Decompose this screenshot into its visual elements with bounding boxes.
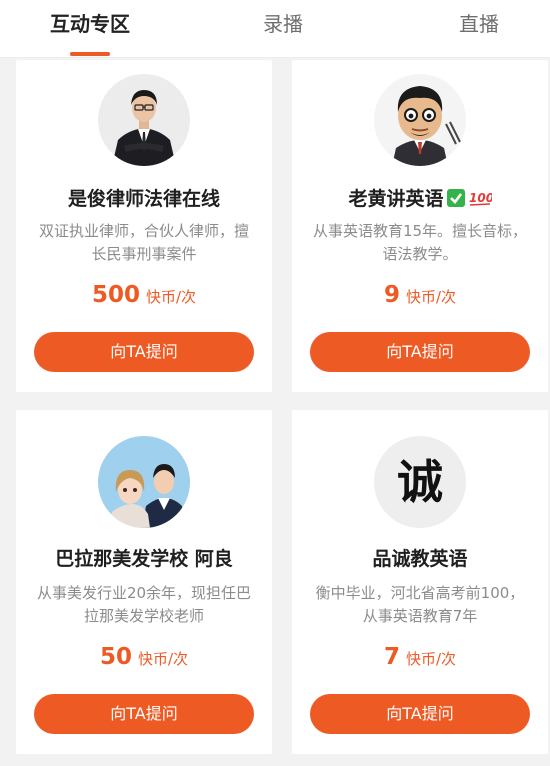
price-value: 50 [99, 644, 132, 670]
expert-card-hair-school[interactable]: 巴拉那美发学校 阿良 从事美发行业20余年，现担任巴拉那美发学校老师 50 快币/… [16, 410, 272, 754]
price: 500 快币/次 [16, 282, 272, 308]
expert-description: 从事美发行业20余年，现担任巴拉那美发学校老师 [36, 584, 252, 625]
cartoon-teacher-icon [374, 74, 466, 166]
hundred-points-icon: 100 [468, 188, 494, 213]
expert-card-english-pincheng[interactable]: 诚 品诚教英语 衡中毕业，河北省高考前100，从事英语教育7年 7 快币/次 向T… [292, 410, 548, 754]
price: 7 快币/次 [292, 644, 548, 670]
expert-description: 双证执业律师，合伙人律师，擅长民事刑事案件 [38, 222, 249, 263]
top-tab-bar: 互动专区 录播 直播 [0, 0, 550, 58]
expert-description: 从事英语教育15年。擅长音标，语法教学。 [312, 222, 528, 263]
ask-button[interactable]: 向TA提问 [34, 332, 254, 372]
expert-name-row: 老黄讲英语 100 [292, 184, 548, 213]
price-unit: 快币/次 [405, 288, 457, 306]
price-value: 500 [91, 282, 140, 308]
tab-interactive-zone[interactable]: 互动专区 [40, 10, 140, 38]
tab-recorded[interactable]: 录播 [248, 10, 318, 38]
avatar[interactable] [98, 74, 190, 166]
price-unit: 快币/次 [145, 288, 197, 306]
tab-live[interactable]: 直播 [444, 10, 514, 38]
expert-card-lawyer[interactable]: 是俊律师法律在线 双证执业律师，合伙人律师，擅长民事刑事案件 500 快币/次 向… [16, 60, 272, 392]
price: 9 快币/次 [292, 282, 548, 308]
ask-button[interactable]: 向TA提问 [310, 332, 530, 372]
expert-name: 品诚教英语 [372, 548, 468, 570]
lawyer-portrait-icon [98, 74, 190, 166]
svg-text:100: 100 [469, 191, 492, 205]
avatar[interactable] [98, 436, 190, 528]
price-unit: 快币/次 [405, 650, 457, 668]
expert-name: 是俊律师法律在线 [67, 188, 220, 210]
expert-description: 衡中毕业，河北省高考前100，从事英语教育7年 [315, 584, 525, 625]
avatar[interactable]: 诚 [374, 436, 466, 528]
price: 50 快币/次 [16, 644, 272, 670]
ask-button[interactable]: 向TA提问 [34, 694, 254, 734]
calligraphy-character: 诚 [397, 455, 443, 509]
expert-name: 老黄讲英语 [348, 188, 444, 210]
price-unit: 快币/次 [137, 650, 189, 668]
expert-name: 巴拉那美发学校 阿良 [55, 548, 233, 570]
price-value: 9 [383, 282, 400, 308]
avatar[interactable] [374, 74, 466, 166]
check-mark-icon [446, 188, 466, 213]
ask-button[interactable]: 向TA提问 [310, 694, 530, 734]
calligraphy-icon: 诚 [374, 436, 466, 528]
price-value: 7 [383, 644, 400, 670]
expert-card-english-huang[interactable]: 老黄讲英语 100 从事英语教育15年。擅长音标，语法教学。 9 快币/次 向TA提… [292, 60, 548, 392]
couple-photo-icon [98, 436, 190, 528]
active-tab-indicator [70, 52, 110, 56]
